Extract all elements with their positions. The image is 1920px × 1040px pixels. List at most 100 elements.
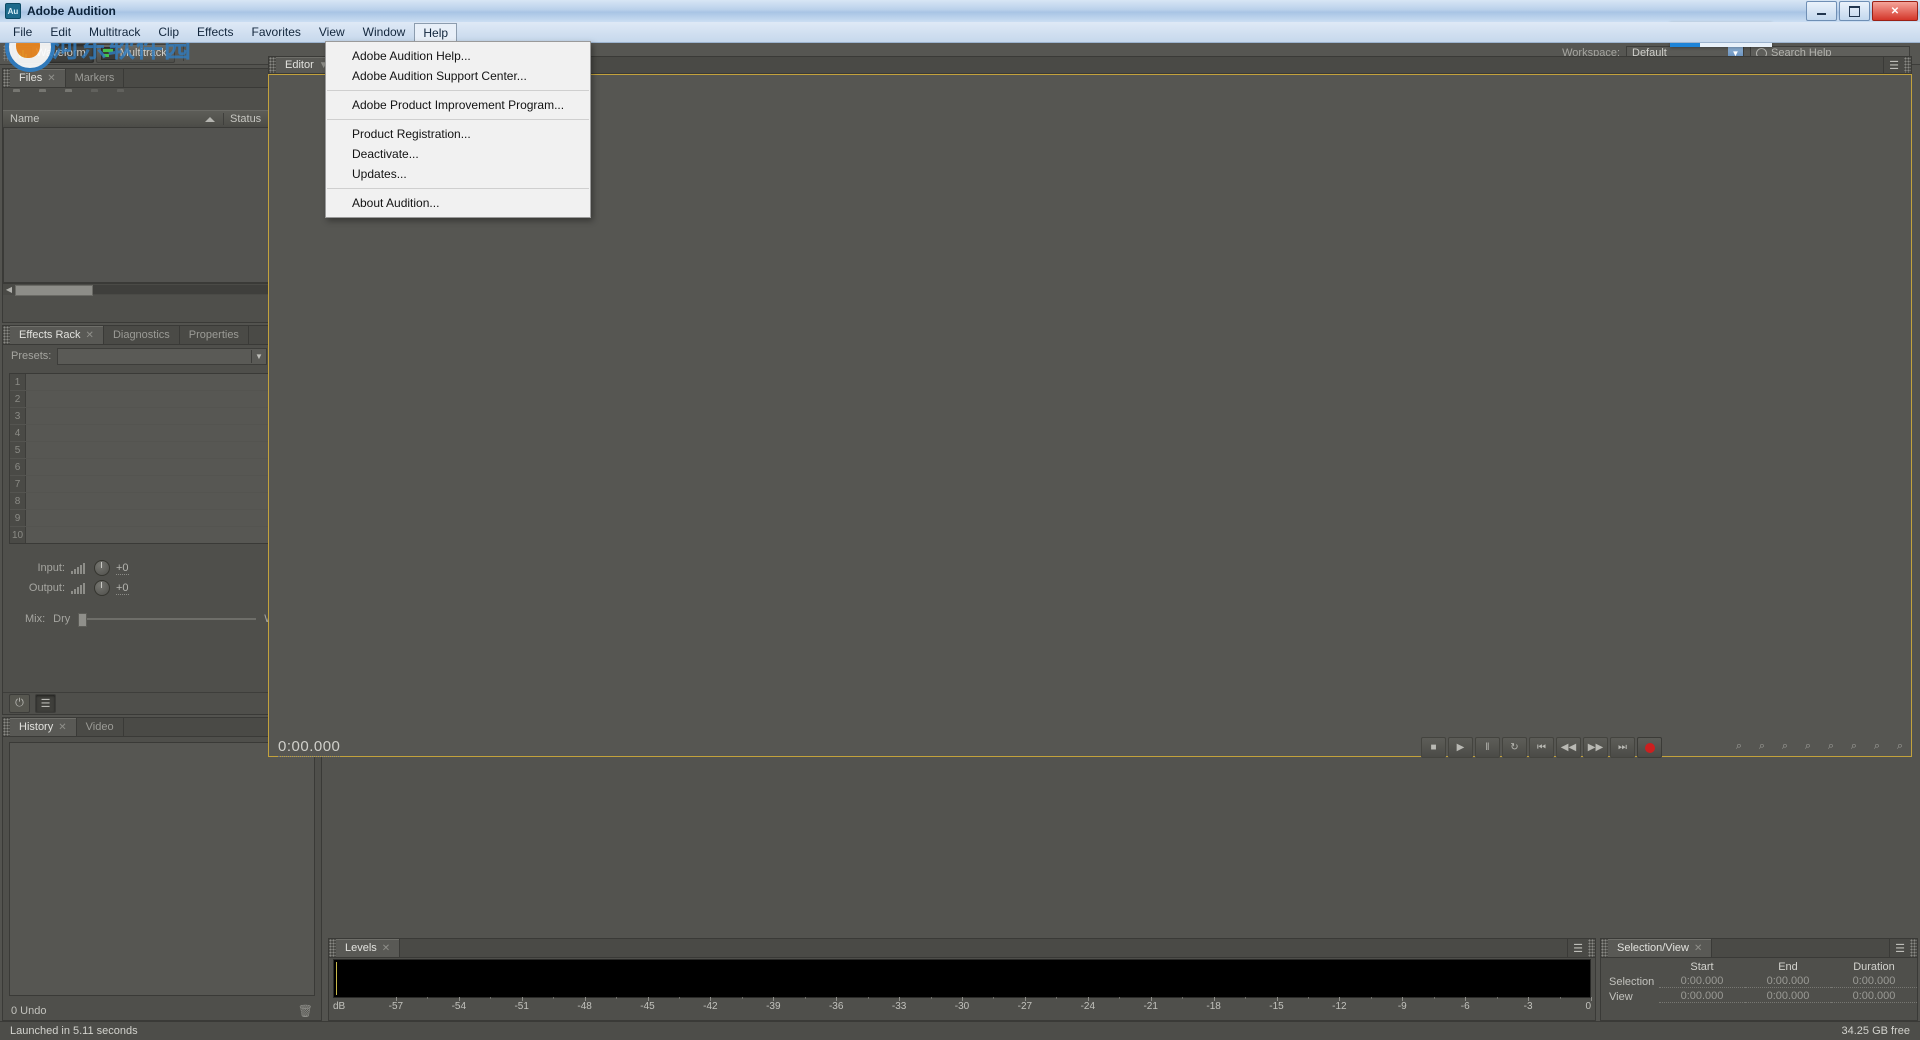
effect-slot-body[interactable] xyxy=(26,442,302,458)
presets-select[interactable]: ▼ xyxy=(57,348,267,365)
skip-start-button[interactable]: ⏮ xyxy=(1529,737,1554,758)
effect-slot-body[interactable] xyxy=(26,391,302,407)
zoom-in-amplitude-icon[interactable]: ⌕ xyxy=(1729,737,1749,756)
menu-window[interactable]: Window xyxy=(354,22,415,42)
effect-slot[interactable]: 10 xyxy=(10,527,302,543)
effect-slot[interactable]: 6 xyxy=(10,459,302,476)
power-toggle-icon[interactable]: ⏻ xyxy=(9,694,30,713)
selection-duration-value[interactable]: 0:00.000 xyxy=(1831,975,1917,988)
editor-panel-menu-icon[interactable]: ☰ xyxy=(1884,57,1904,73)
effect-slot-body[interactable] xyxy=(26,425,302,441)
tab-files[interactable]: Files ✕ xyxy=(10,69,66,87)
tab-properties[interactable]: Properties xyxy=(180,326,249,344)
menu-item-product-improvement[interactable]: Adobe Product Improvement Program... xyxy=(326,95,590,115)
column-header-status[interactable]: Status xyxy=(223,113,272,125)
fast-forward-button[interactable]: ▶▶ xyxy=(1583,737,1608,758)
multitrack-mode-button[interactable]: Multitrack xyxy=(96,44,175,63)
effect-slot[interactable]: 4 xyxy=(10,425,302,442)
effect-slot-body[interactable] xyxy=(26,408,302,424)
zoom-out-full-icon[interactable]: ⌕ xyxy=(1821,737,1841,756)
rewind-button[interactable]: ◀◀ xyxy=(1556,737,1581,758)
zoom-in-time-icon[interactable]: ⌕ xyxy=(1775,737,1795,756)
record-button[interactable] xyxy=(1637,737,1662,758)
effect-slot-body[interactable] xyxy=(26,527,302,543)
play-button[interactable]: ▶ xyxy=(1448,737,1473,758)
pause-button[interactable]: ‖ xyxy=(1475,737,1500,758)
menu-view[interactable]: View xyxy=(310,22,354,42)
levels-panel-menu-icon[interactable]: ☰ xyxy=(1568,939,1588,957)
effect-slot[interactable]: 7 xyxy=(10,476,302,493)
waveform-mode-button[interactable]: Waveform xyxy=(12,44,94,63)
zoom-to-selection-icon[interactable]: ⌕ xyxy=(1844,737,1864,756)
delete-history-icon[interactable]: 🗑 xyxy=(298,1004,313,1018)
tab-effects-rack[interactable]: Effects Rack ✕ xyxy=(10,326,104,344)
panel-grip[interactable] xyxy=(1910,939,1917,957)
levels-meter[interactable] xyxy=(333,959,1591,998)
tab-video[interactable]: Video xyxy=(77,718,124,736)
tab-markers[interactable]: Markers xyxy=(66,69,125,87)
effect-slot[interactable]: 3 xyxy=(10,408,302,425)
menu-item-about-audition[interactable]: About Audition... xyxy=(326,193,590,213)
import-file-icon[interactable] xyxy=(39,92,56,106)
loop-button[interactable]: ↻ xyxy=(1502,737,1527,758)
effect-slot[interactable]: 9 xyxy=(10,510,302,527)
close-icon[interactable]: ✕ xyxy=(47,73,55,84)
close-icon[interactable]: ✕ xyxy=(382,943,390,954)
menu-effects[interactable]: Effects xyxy=(188,22,242,42)
tab-diagnostics[interactable]: Diagnostics xyxy=(104,326,180,344)
menu-file[interactable]: File xyxy=(4,22,41,42)
output-gain-value[interactable]: +0 xyxy=(116,582,129,595)
panel-grip[interactable] xyxy=(269,57,276,73)
effect-slot[interactable]: 8 xyxy=(10,493,302,510)
effect-slot[interactable]: 5 xyxy=(10,442,302,459)
mix-slider-handle[interactable] xyxy=(78,613,87,627)
panel-grip[interactable] xyxy=(329,939,336,957)
menu-item-deactivate[interactable]: Deactivate... xyxy=(326,144,590,164)
panel-grip[interactable] xyxy=(3,326,10,344)
zoom-out-time-icon[interactable]: ⌕ xyxy=(1798,737,1818,756)
output-gain-knob[interactable] xyxy=(94,580,110,596)
effect-slot-body[interactable] xyxy=(26,374,302,390)
menu-item-updates[interactable]: Updates... xyxy=(326,164,590,184)
close-icon[interactable]: ✕ xyxy=(58,722,66,733)
scroll-track[interactable] xyxy=(15,285,309,294)
minimize-button[interactable] xyxy=(1806,1,1837,21)
column-header-name[interactable]: Name xyxy=(3,113,223,125)
input-gain-value[interactable]: +0 xyxy=(116,562,129,575)
zoom-in-left-edge-icon[interactable]: ⌕ xyxy=(1867,737,1887,756)
selection-end-value[interactable]: 0:00.000 xyxy=(1745,975,1831,988)
chevron-down-icon[interactable]: ▼ xyxy=(251,350,266,363)
editor-timecode[interactable]: 0:00.000 xyxy=(278,738,340,757)
view-end-value[interactable]: 0:00.000 xyxy=(1745,990,1831,1003)
menu-clip[interactable]: Clip xyxy=(149,22,188,42)
stop-button[interactable]: ■ xyxy=(1421,737,1446,758)
menu-multitrack[interactable]: Multitrack xyxy=(80,22,149,42)
scroll-thumb[interactable] xyxy=(15,285,93,296)
selection-start-value[interactable]: 0:00.000 xyxy=(1659,975,1745,988)
menu-item-support-center[interactable]: Adobe Audition Support Center... xyxy=(326,66,590,86)
menu-item-product-registration[interactable]: Product Registration... xyxy=(326,124,590,144)
effect-slot-body[interactable] xyxy=(26,459,302,475)
panel-grip[interactable] xyxy=(1588,939,1595,957)
effect-slot-body[interactable] xyxy=(26,510,302,526)
panel-grip[interactable] xyxy=(3,69,10,87)
effect-slot-body[interactable] xyxy=(26,493,302,509)
tab-selection-view[interactable]: Selection/View ✕ xyxy=(1608,939,1712,957)
view-start-value[interactable]: 0:00.000 xyxy=(1659,990,1745,1003)
tab-levels[interactable]: Levels ✕ xyxy=(336,939,400,957)
zoom-in-right-edge-icon[interactable]: ⌕ xyxy=(1890,737,1910,756)
menu-item-audition-help[interactable]: Adobe Audition Help... xyxy=(326,46,590,66)
effect-slot[interactable]: 1 xyxy=(10,374,302,391)
list-view-icon[interactable]: ☰ xyxy=(35,694,56,713)
menu-edit[interactable]: Edit xyxy=(41,22,80,42)
menu-favorites[interactable]: Favorites xyxy=(243,22,310,42)
panel-grip[interactable] xyxy=(3,718,10,736)
new-file-icon[interactable] xyxy=(65,92,82,106)
panel-grip[interactable] xyxy=(1904,57,1911,73)
mix-slider[interactable] xyxy=(78,613,256,625)
tab-history[interactable]: History ✕ xyxy=(10,718,77,736)
view-duration-value[interactable]: 0:00.000 xyxy=(1831,990,1917,1003)
close-button[interactable]: ✕ xyxy=(1872,1,1918,21)
panel-grip[interactable] xyxy=(1601,939,1608,957)
open-file-icon[interactable] xyxy=(13,92,30,106)
